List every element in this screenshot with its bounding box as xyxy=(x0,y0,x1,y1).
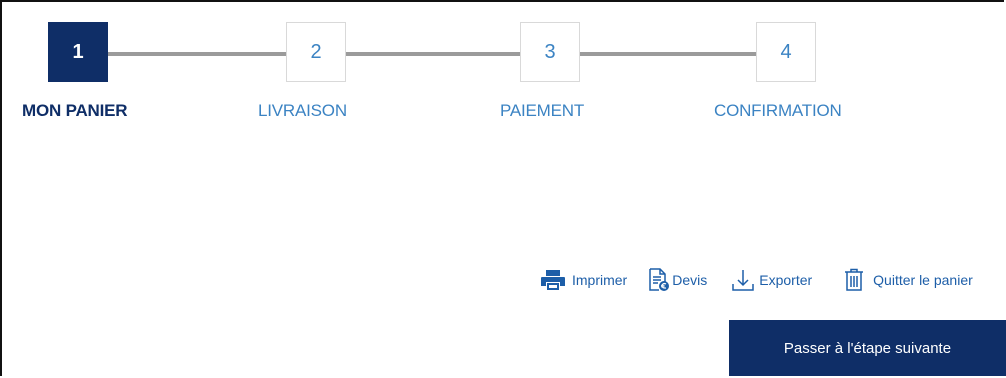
step-connector xyxy=(580,52,758,56)
trash-icon xyxy=(844,268,864,292)
step-4-number: 4 xyxy=(780,40,792,63)
next-step-button[interactable]: Passer à l'étape suivante xyxy=(729,320,1006,376)
download-icon xyxy=(731,268,755,292)
checkout-stepper: 1 2 3 4 MON PANIER LIVRAISON PAIEMENT CO… xyxy=(0,0,1006,140)
export-action[interactable]: Exporter xyxy=(731,268,812,292)
print-action[interactable]: Imprimer xyxy=(540,269,627,291)
quit-cart-action[interactable]: Quitter le panier xyxy=(844,268,973,292)
printer-icon xyxy=(540,269,566,291)
quit-cart-label: Quitter le panier xyxy=(873,272,973,288)
step-3-number: 3 xyxy=(544,40,556,63)
step-2-label[interactable]: LIVRAISON xyxy=(258,101,347,121)
step-2-number: 2 xyxy=(310,40,322,63)
step-4-label[interactable]: CONFIRMATION xyxy=(714,101,842,121)
step-1-label[interactable]: MON PANIER xyxy=(22,101,128,121)
step-2-box[interactable]: 2 xyxy=(286,22,346,82)
cart-actions: Imprimer Devis Exporter Quitter le panie… xyxy=(540,264,973,296)
step-1-number: 1 xyxy=(72,40,84,63)
quote-action[interactable]: Devis xyxy=(648,268,707,292)
step-4-box[interactable]: 4 xyxy=(756,22,816,82)
quote-document-icon xyxy=(648,268,670,292)
export-label: Exporter xyxy=(759,272,813,288)
next-step-label: Passer à l'étape suivante xyxy=(783,339,952,357)
step-1-box[interactable]: 1 xyxy=(48,22,108,82)
step-3-box[interactable]: 3 xyxy=(520,22,580,82)
print-label: Imprimer xyxy=(572,272,628,288)
quote-label: Devis xyxy=(672,272,708,288)
step-3-label[interactable]: PAIEMENT xyxy=(500,101,584,121)
step-connector xyxy=(344,52,522,56)
step-connector xyxy=(108,52,286,56)
